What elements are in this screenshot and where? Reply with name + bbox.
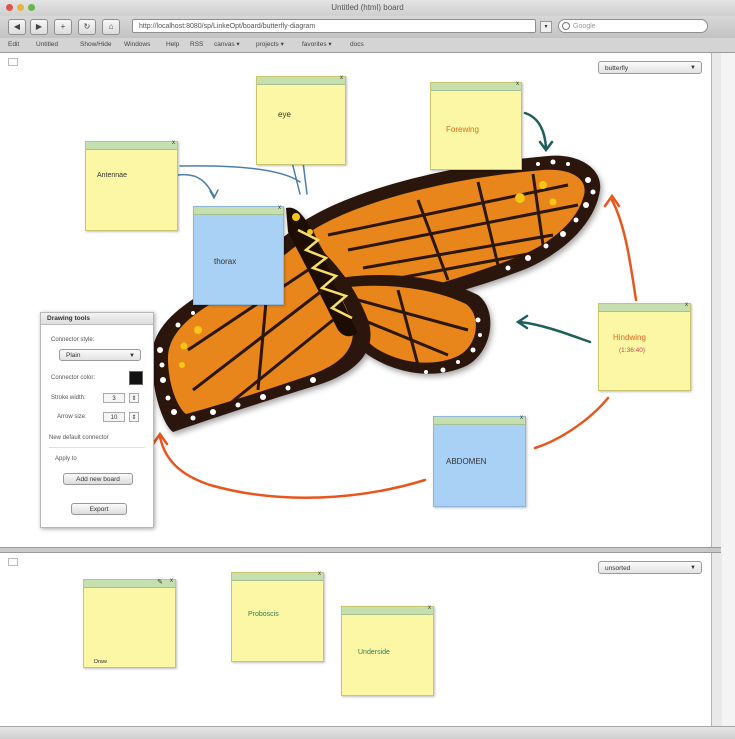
note-hindwing[interactable]: x Hindwing (1:36:40): [598, 302, 691, 391]
close-icon[interactable]: x: [318, 571, 321, 577]
close-icon[interactable]: x: [172, 140, 175, 146]
note-draw[interactable]: x ✎ Draw: [83, 578, 176, 668]
note-text: Underside: [358, 649, 390, 656]
arrow-size-input[interactable]: 10: [103, 412, 125, 422]
pin-icon[interactable]: ✎: [157, 578, 163, 586]
close-icon[interactable]: x: [428, 605, 431, 611]
bottom-board-select[interactable]: unsorted ▼: [598, 561, 702, 574]
close-icon[interactable]: x: [170, 578, 173, 584]
note-abdomen[interactable]: x ABDOMEN: [433, 415, 526, 507]
note-titlebar[interactable]: [434, 417, 525, 425]
chevron-down-icon: ▼: [129, 353, 135, 359]
stroke-width-label: Stroke width:: [51, 395, 86, 401]
new-default-label: New default connector: [49, 435, 109, 441]
close-icon[interactable]: x: [278, 205, 281, 211]
close-icon[interactable]: x: [340, 75, 343, 81]
note-antennae[interactable]: x Antennae: [85, 140, 178, 231]
close-icon[interactable]: x: [516, 81, 519, 87]
divider: [49, 447, 145, 448]
note-text: eye: [278, 110, 291, 119]
stroke-width-input[interactable]: 3: [103, 393, 125, 403]
stroke-width-stepper[interactable]: ⇕: [129, 393, 139, 403]
close-icon[interactable]: x: [520, 415, 523, 421]
drawing-tools-dialog: Drawing tools Connector style: Plain ▼ Co…: [40, 312, 154, 528]
arrow-size-label: Arrow size:: [57, 414, 87, 420]
note-text: thorax: [214, 257, 237, 266]
note-text: Proboscis: [248, 611, 279, 618]
note-text: Antennae: [97, 172, 127, 179]
add-new-board-button[interactable]: Add new board: [63, 473, 133, 485]
note-subtext: (1:36:40): [619, 347, 646, 354]
note-titlebar[interactable]: [86, 142, 177, 150]
status-bar: [0, 726, 735, 739]
note-text: Forewing: [446, 125, 479, 134]
close-icon[interactable]: x: [685, 302, 688, 308]
note-titlebar[interactable]: [194, 207, 283, 215]
note-eye[interactable]: x eye: [256, 75, 346, 165]
note-underside[interactable]: x Underside: [341, 605, 434, 696]
dialog-title[interactable]: Drawing tools: [41, 313, 153, 325]
note-footer-text: Draw: [94, 659, 107, 665]
chevron-down-icon: ▼: [690, 565, 696, 571]
note-text: ABDOMEN: [446, 457, 487, 466]
note-proboscis[interactable]: x Proboscis: [231, 571, 324, 662]
note-titlebar[interactable]: [232, 573, 323, 581]
panel-corner-icon: [8, 558, 18, 566]
connector-color-swatch[interactable]: [129, 371, 143, 385]
note-forewing[interactable]: x Forewing: [430, 81, 522, 170]
note-titlebar[interactable]: [342, 607, 433, 615]
bottom-panel-scrollbar[interactable]: [711, 553, 722, 726]
connector-color-label: Connector color:: [51, 375, 96, 381]
connector-style-select[interactable]: Plain ▼: [59, 349, 141, 361]
connector-style-label: Connector style:: [51, 337, 95, 343]
apply-to-label: Apply to: [55, 456, 77, 462]
arrow-size-stepper[interactable]: ⇕: [129, 412, 139, 422]
note-text: Hindwing: [613, 333, 646, 342]
note-titlebar[interactable]: [431, 83, 521, 91]
note-thorax[interactable]: x thorax: [193, 205, 284, 305]
note-titlebar[interactable]: [599, 304, 690, 312]
note-titlebar[interactable]: [257, 77, 345, 85]
export-button[interactable]: Export: [71, 503, 127, 515]
